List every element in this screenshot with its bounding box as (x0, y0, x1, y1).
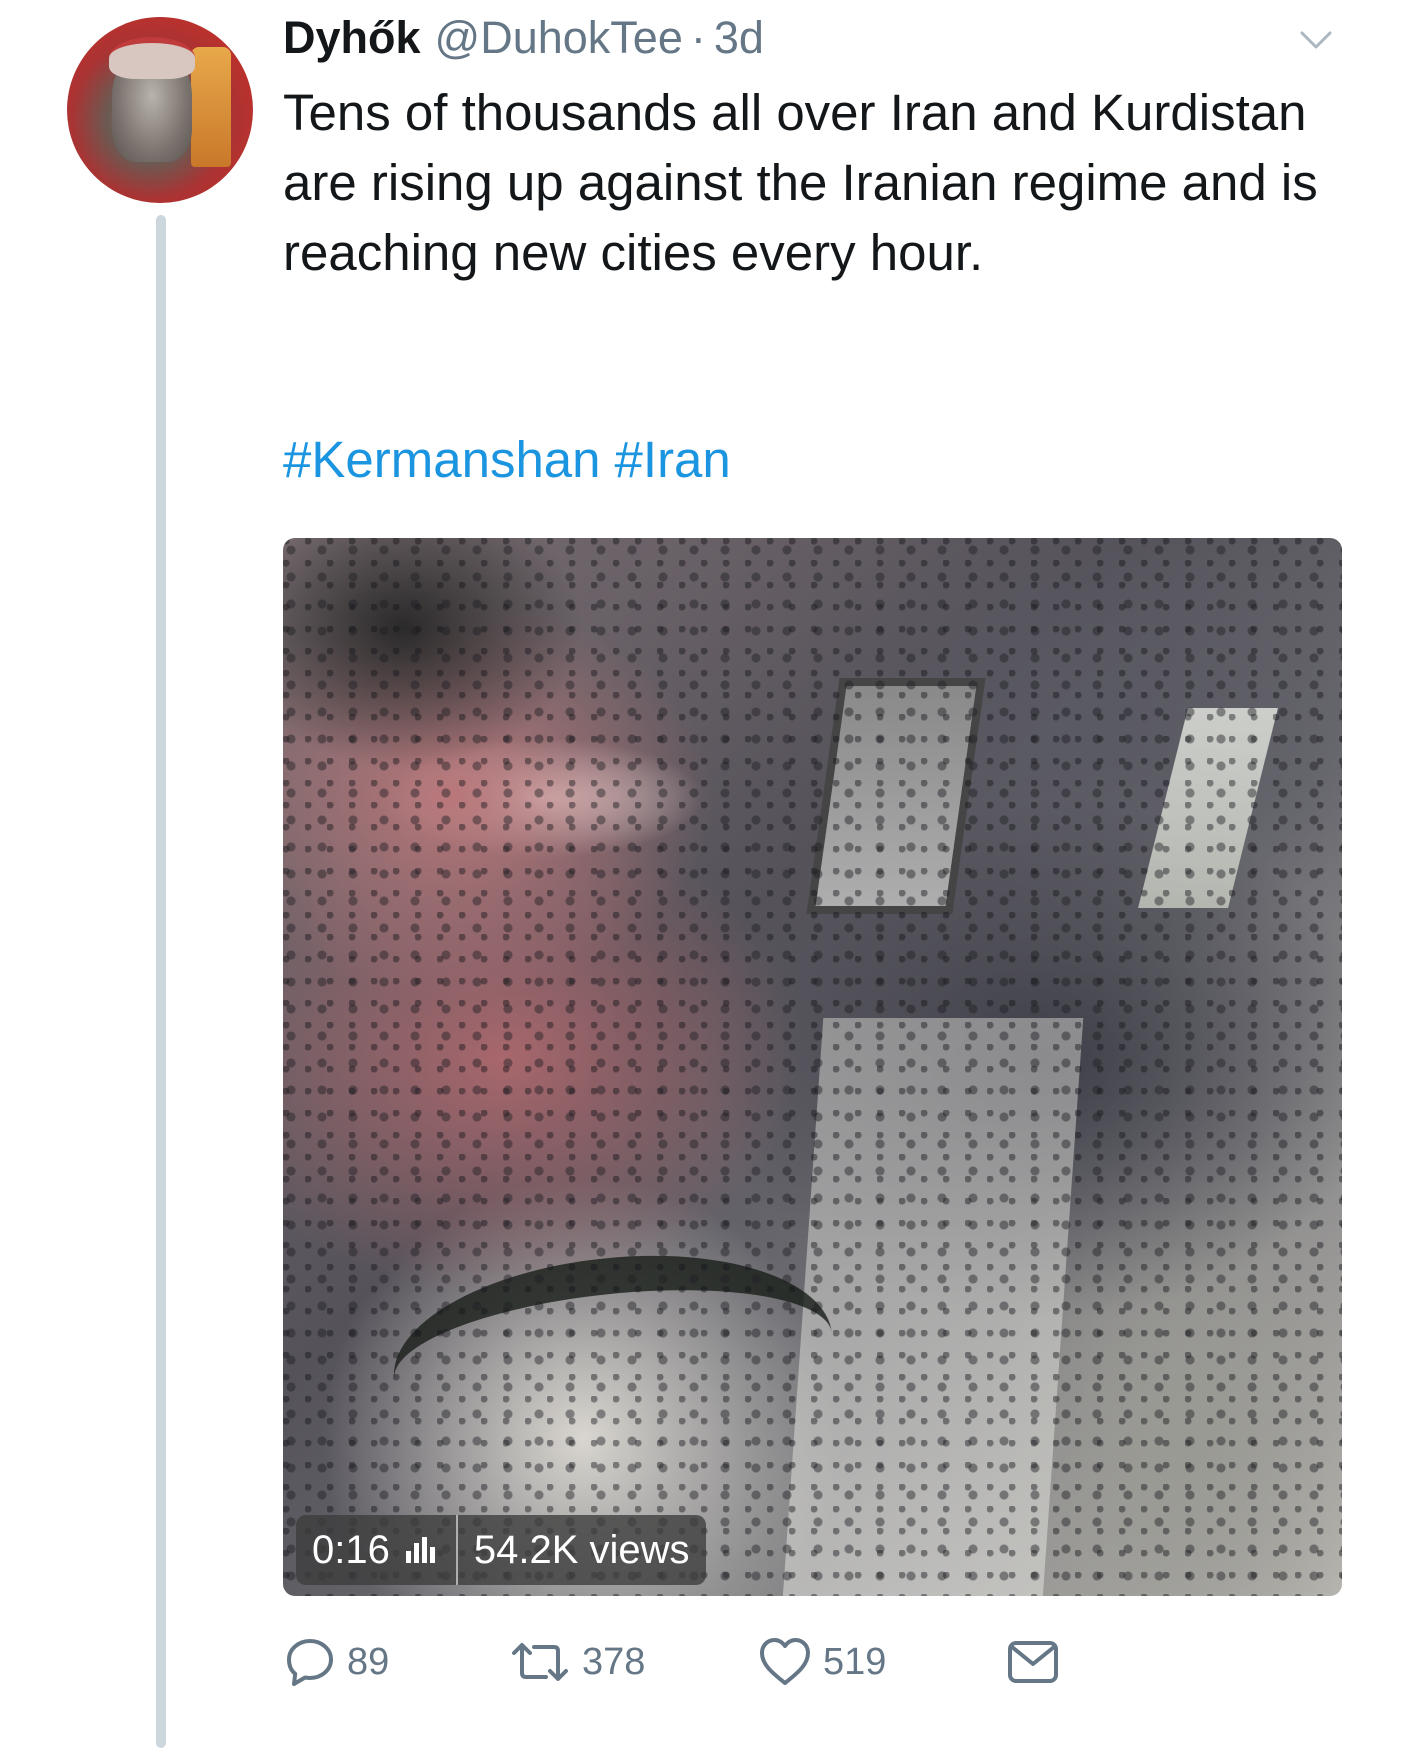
avatar-bottle (191, 47, 231, 167)
envelope-icon (1008, 1641, 1058, 1683)
reply-count: 89 (347, 1640, 390, 1683)
retweet-icon (512, 1643, 568, 1681)
tweet-timestamp[interactable]: 3d (714, 12, 764, 64)
reply-icon (287, 1639, 333, 1686)
avatar[interactable] (67, 17, 253, 203)
tweet-actions: 89 378 519 (283, 1635, 1183, 1705)
tweet-page: Dyhők @DuhokTee · 3d Tens of thousands a… (0, 0, 1406, 1748)
video-player[interactable]: 0:16 54.2K views (283, 538, 1342, 1596)
chevron-down-icon[interactable] (1298, 22, 1334, 58)
header-separator: · (690, 12, 706, 63)
tweet-header: Dyhők @DuhokTee · 3d (283, 12, 764, 72)
retweet-count: 378 (582, 1640, 646, 1683)
stats-bars-icon (405, 1537, 438, 1563)
thread-line (156, 215, 166, 1748)
user-handle[interactable]: @DuhokTee (435, 12, 683, 64)
video-views: 54.2K views (473, 1527, 690, 1572)
tweet-text: Tens of thousands all over Iran and Kurd… (283, 84, 1318, 281)
direct-message-button[interactable] (1005, 1635, 1061, 1689)
heart-icon (760, 1638, 810, 1685)
display-name[interactable]: Dyhők (283, 12, 421, 64)
retweet-button[interactable]: 378 (508, 1635, 645, 1689)
reply-button[interactable]: 89 (283, 1635, 389, 1689)
like-button[interactable]: 519 (757, 1635, 886, 1689)
hashtag-list: #Kermanshan #Iran (283, 425, 745, 495)
hashtag-link[interactable]: #Iran (615, 431, 731, 488)
video-duration: 0:16 (312, 1527, 390, 1572)
avatar-hat (109, 37, 195, 79)
video-info-badge: 0:16 54.2K views (296, 1515, 706, 1585)
like-count: 519 (823, 1640, 887, 1683)
hashtag-link[interactable]: #Kermanshan (283, 431, 601, 488)
video-frame-crowd (283, 538, 1342, 1596)
